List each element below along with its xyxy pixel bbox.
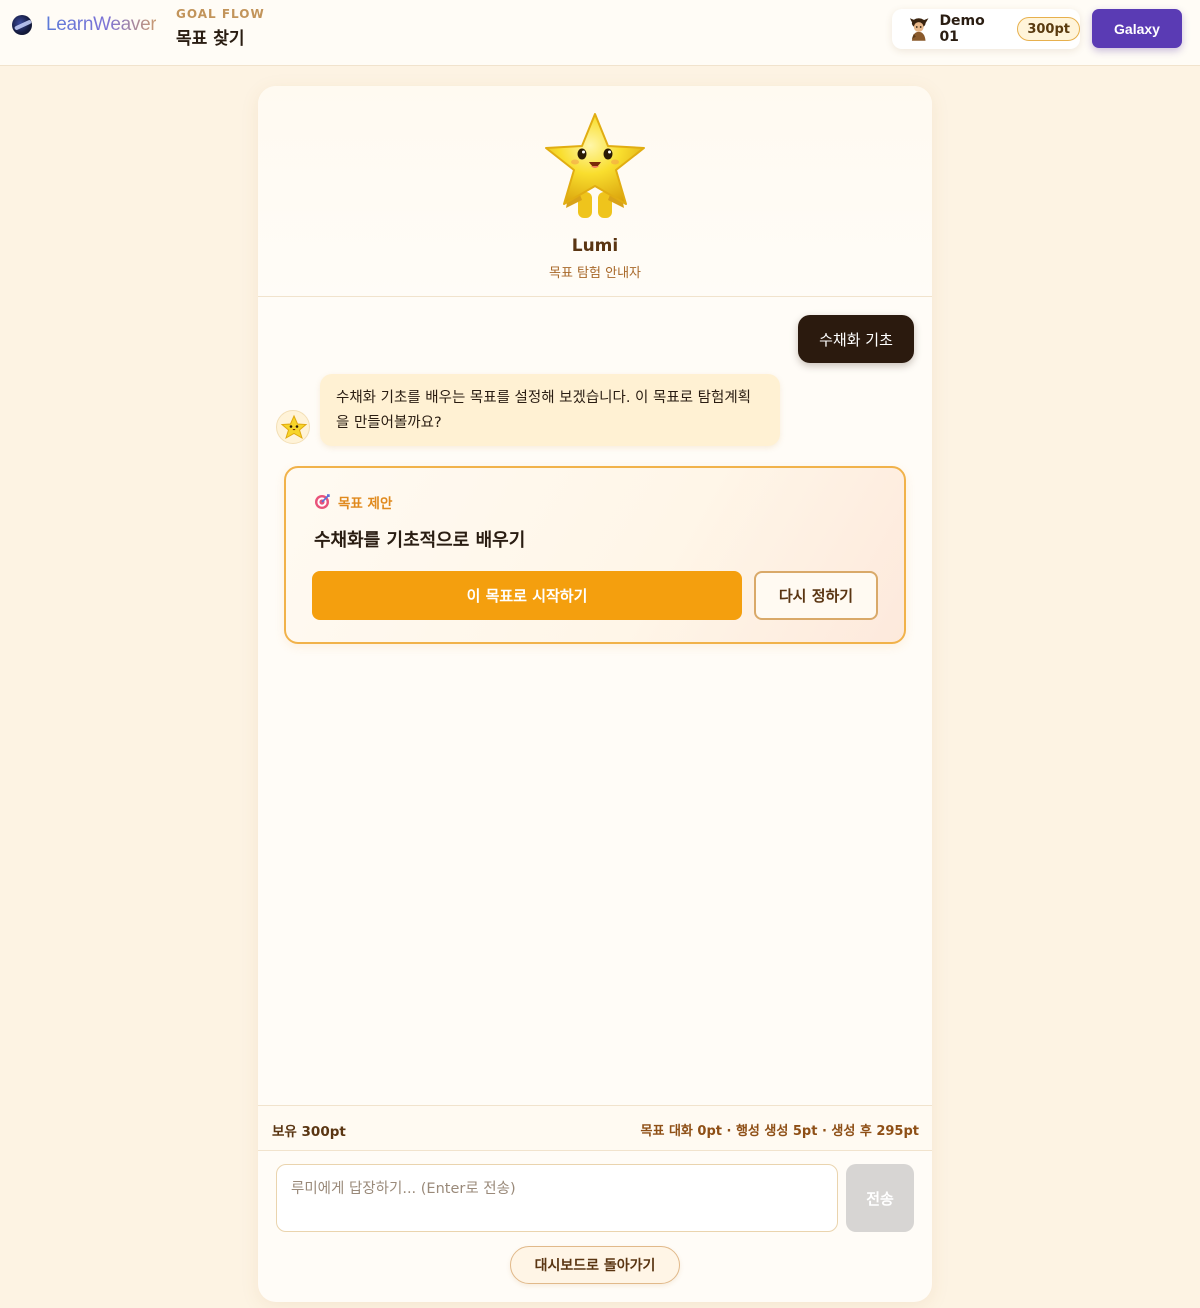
brand[interactable]: LearnWeaver xyxy=(12,14,157,36)
reply-input[interactable] xyxy=(276,1164,838,1232)
start-goal-button[interactable]: 이 목표로 시작하기 xyxy=(312,571,742,620)
planet-logo-icon xyxy=(12,15,32,35)
star-mascot-icon xyxy=(280,414,308,440)
goal-tag: 목표 제안 xyxy=(314,492,392,512)
goal-title: 수채화를 기초적으로 배우기 xyxy=(314,530,526,551)
bot-message: 수채화 기초를 배우는 목표를 설정해 보겠습니다. 이 목표로 탐험계획을 만… xyxy=(320,374,780,446)
guide-role: 목표 탐험 안내자 xyxy=(549,266,641,281)
bot-avatar xyxy=(276,410,310,444)
goal-chat-panel: Lumi 목표 탐험 안내자 수채화 기초 수채화 기초를 배우는 목표를 설정… xyxy=(258,86,932,1302)
target-icon xyxy=(315,494,330,509)
points-summary-bar: 보유 300pt 목표 대화 0pt · 행성 생성 5pt · 생성 후 29… xyxy=(258,1105,932,1151)
user-name: Demo 01 xyxy=(939,13,985,45)
flow-label: GOAL FLOW xyxy=(176,7,265,21)
retry-goal-button[interactable]: 다시 정하기 xyxy=(754,571,878,620)
user-message: 수채화 기초 xyxy=(798,315,914,363)
top-bar: LearnWeaver GOAL FLOW 목표 찾기 Demo 01 300p… xyxy=(0,0,1200,66)
guide-header: Lumi 목표 탐험 안내자 xyxy=(258,86,932,297)
goal-suggestion-card: 목표 제안 수채화를 기초적으로 배우기 이 목표로 시작하기 다시 정하기 xyxy=(284,466,906,644)
points-owned: 보유 300pt xyxy=(272,1124,346,1140)
galaxy-button[interactable]: Galaxy xyxy=(1092,9,1182,48)
guide-name: Lumi xyxy=(571,236,619,256)
star-mascot-icon xyxy=(545,113,645,218)
send-button[interactable]: 전송 xyxy=(846,1164,914,1232)
user-profile-pill[interactable]: Demo 01 300pt xyxy=(892,9,1080,49)
page-title: 목표 찾기 xyxy=(176,29,245,49)
goal-tag-label: 목표 제안 xyxy=(338,496,393,512)
points-badge: 300pt xyxy=(1017,17,1080,41)
flow-heading: GOAL FLOW 목표 찾기 xyxy=(176,7,265,49)
points-cost-summary: 목표 대화 0pt · 행성 생성 5pt · 생성 후 295pt xyxy=(640,1124,919,1139)
character-avatar-icon xyxy=(909,18,929,41)
back-to-dashboard-button[interactable]: 대시보드로 돌아가기 xyxy=(510,1246,680,1284)
brand-name: LearnWeaver xyxy=(46,14,157,35)
